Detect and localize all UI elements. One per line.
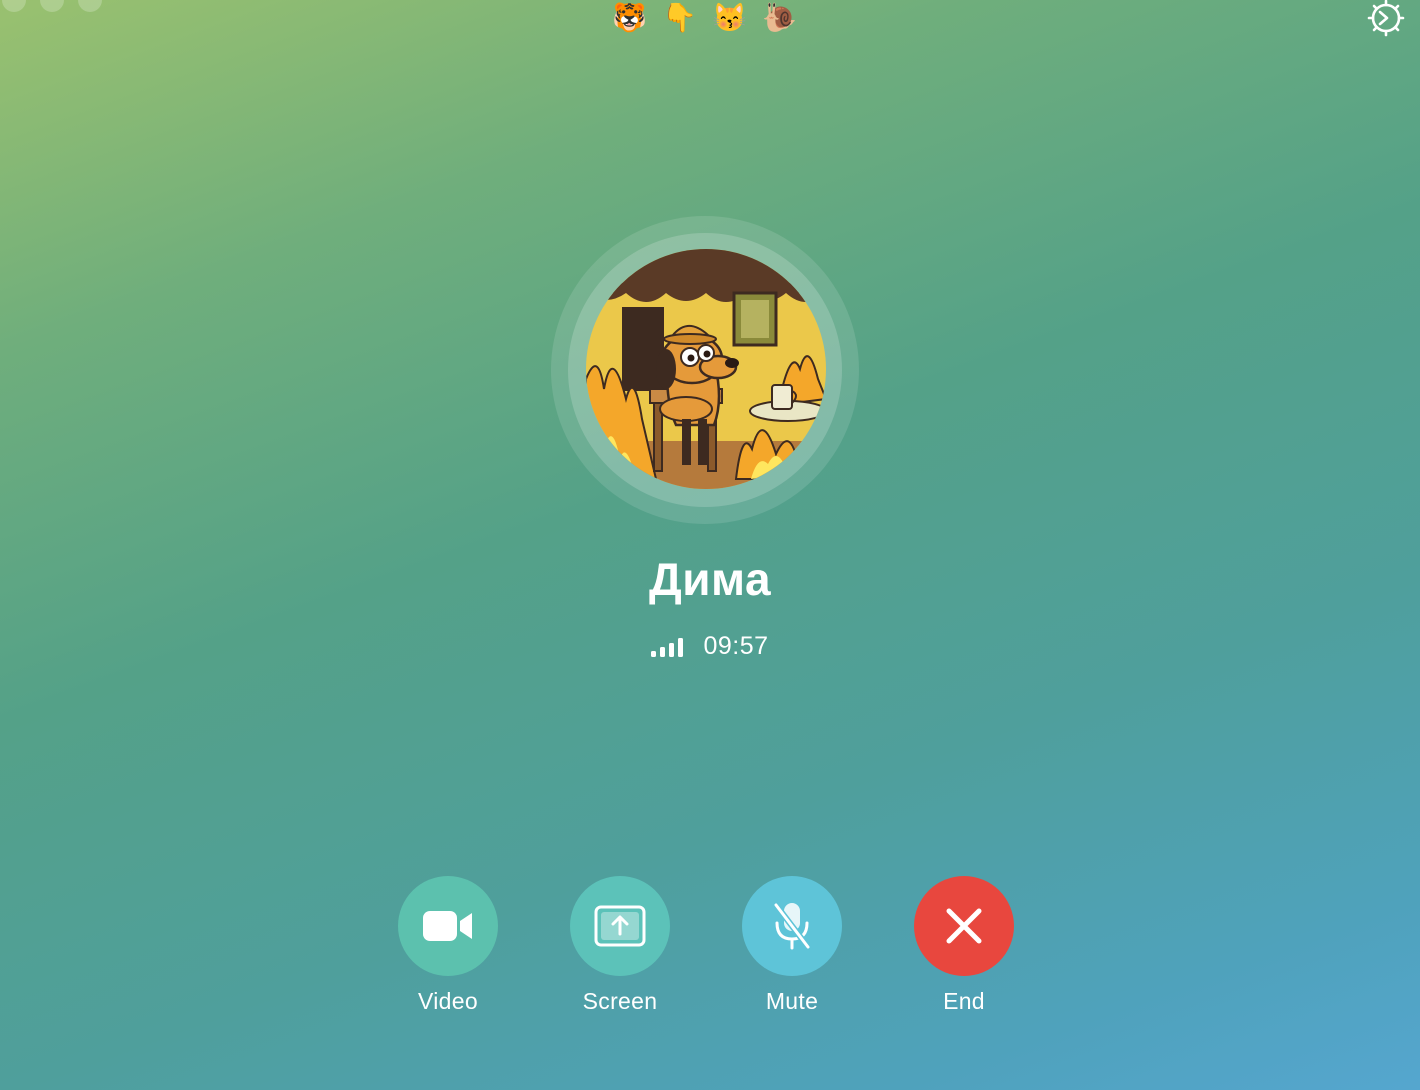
avatar-container [551, 216, 859, 524]
encryption-emoji-key[interactable]: 🐯 👇 😽 🐌 [612, 0, 797, 36]
mute-button[interactable] [742, 876, 842, 976]
video-camera-icon [423, 911, 472, 941]
zoom-window-button[interactable] [78, 0, 102, 12]
screen-share-icon [594, 905, 646, 947]
contact-name: Дима [648, 553, 772, 605]
signal-bar [651, 650, 657, 657]
signal-bar [660, 646, 666, 657]
screen-share-button[interactable] [570, 876, 670, 976]
signal-strength-icon [651, 637, 684, 657]
kissing-cat-icon: 😽 [712, 2, 747, 33]
signal-bar [669, 642, 675, 657]
mute-control: Mute [741, 876, 843, 1015]
pointing-down-hand-icon: 👇 [662, 2, 697, 33]
tiger-face-icon: 🐯 [612, 2, 647, 33]
window-controls [2, 0, 102, 12]
mute-label: Mute [765, 988, 819, 1014]
video-label: Video [418, 988, 478, 1014]
end-call-button[interactable] [914, 876, 1014, 976]
close-icon [946, 908, 982, 944]
video-button[interactable] [398, 876, 498, 976]
signal-bar [678, 637, 684, 657]
minimize-window-button[interactable] [40, 0, 64, 12]
video-control: Video [397, 876, 499, 1015]
screen-control: Screen [569, 876, 671, 1015]
snail-icon: 🐌 [762, 2, 797, 33]
this-is-fine-dog-icon [586, 249, 826, 489]
close-window-button[interactable] [2, 0, 26, 12]
call-controls: Video Screen Mute End [397, 876, 1015, 1015]
call-status: 09:57 [0, 632, 1420, 661]
screen-label: Screen [582, 988, 658, 1014]
settings-button[interactable] [1364, 0, 1408, 40]
avatar [586, 249, 826, 489]
gear-icon [1367, 0, 1405, 37]
microphone-off-icon [773, 902, 811, 950]
end-control: End [913, 876, 1015, 1015]
end-label: End [943, 988, 985, 1014]
call-duration: 09:57 [703, 632, 769, 660]
